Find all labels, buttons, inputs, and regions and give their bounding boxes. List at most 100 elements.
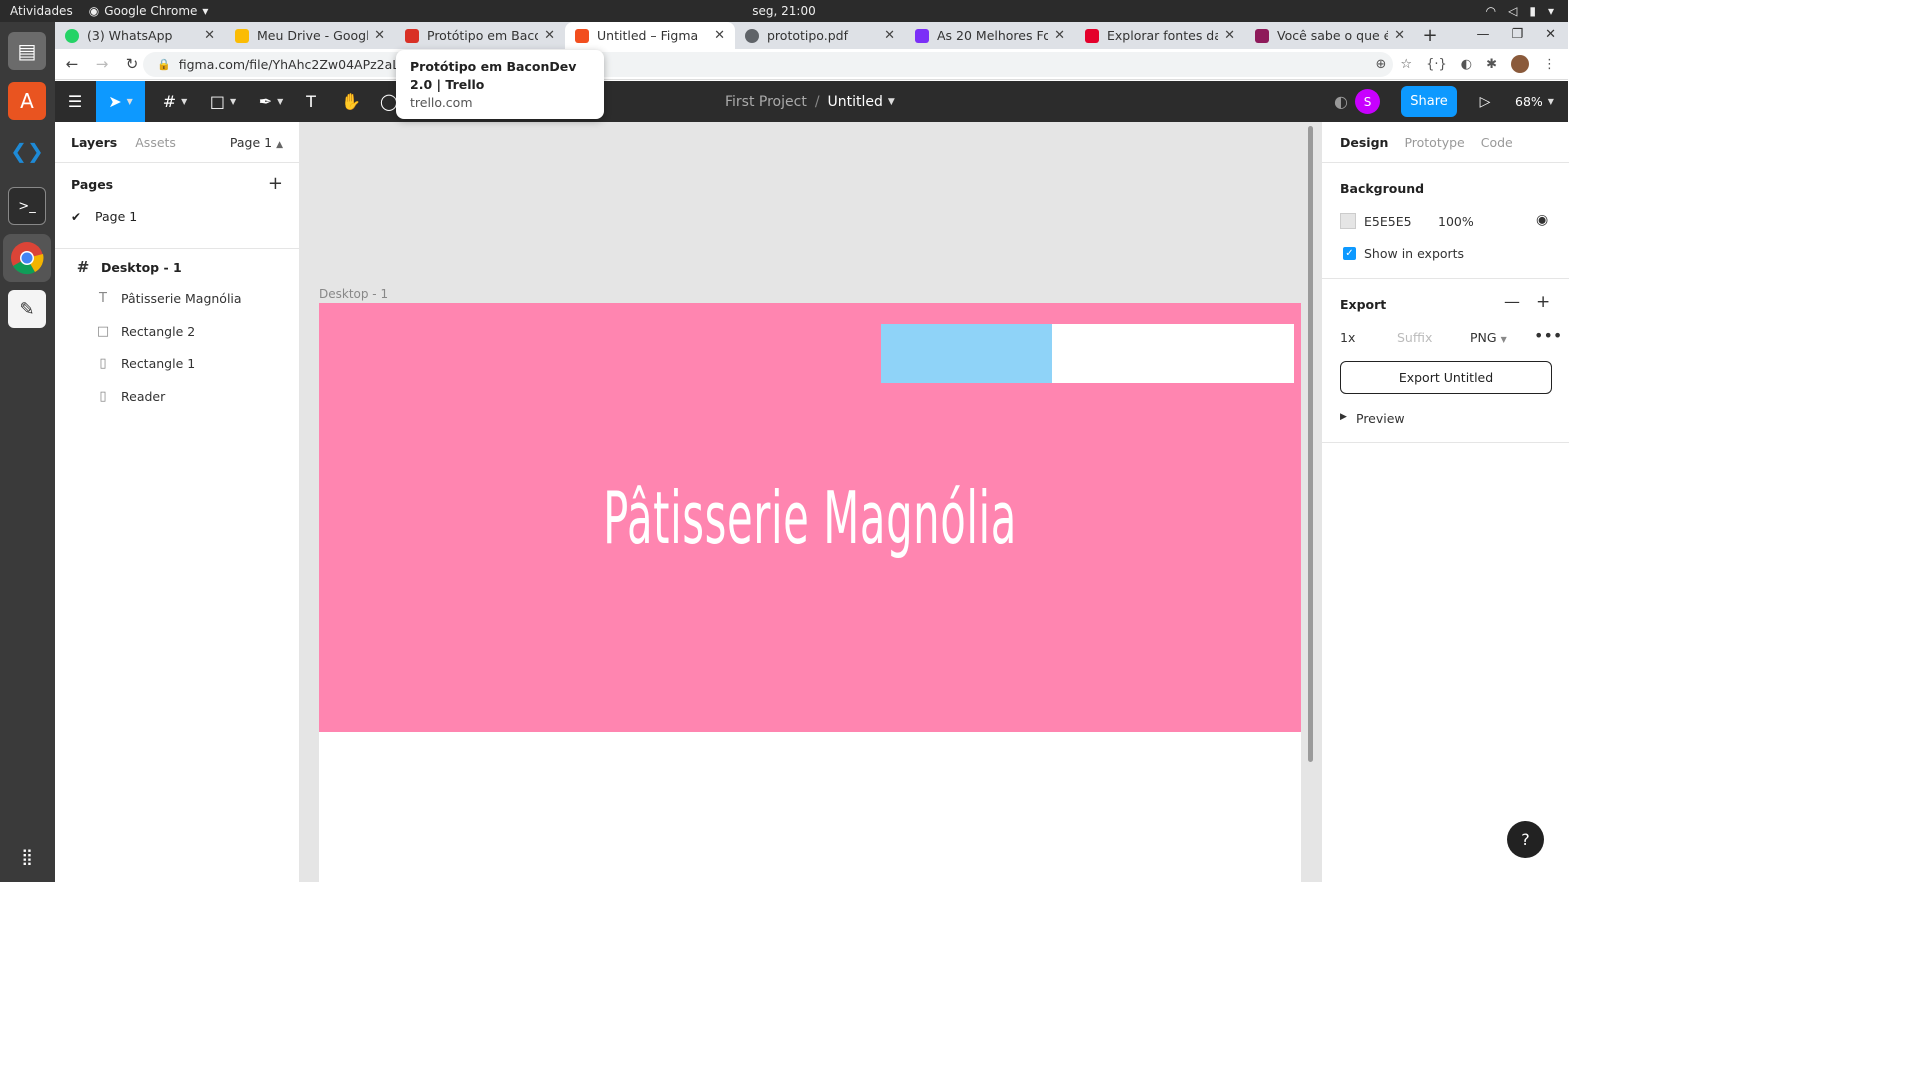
present-button[interactable]: ▷	[1473, 81, 1497, 122]
zoom-menu[interactable]: 68% ▼	[1515, 81, 1554, 122]
activities-button[interactable]: Atividades	[10, 4, 73, 18]
frame-tool-button[interactable]: # ▼	[155, 81, 195, 122]
reload-icon[interactable]: ↻	[119, 55, 145, 73]
main-menu-icon[interactable]: ☰	[63, 81, 87, 122]
layer-item[interactable]: ▯ Rectangle 1	[91, 356, 195, 371]
more-options-icon[interactable]: •••	[1534, 326, 1562, 345]
tab-prototype[interactable]: Prototype	[1404, 135, 1464, 150]
text-tool-button[interactable]: T	[299, 81, 323, 122]
file-name[interactable]: Untitled	[828, 94, 883, 110]
maximize-icon[interactable]: ❐	[1511, 27, 1523, 42]
canvas-scrollbar[interactable]	[1308, 126, 1313, 762]
tab-google-drive[interactable]: Meu Drive - Google D ✕	[225, 22, 395, 49]
add-page-button[interactable]: +	[268, 173, 283, 194]
minimize-icon[interactable]: —	[1476, 27, 1489, 42]
close-window-icon[interactable]: ✕	[1545, 27, 1556, 42]
clock[interactable]: seg, 21:00	[752, 4, 815, 18]
address-bar[interactable]: 🔒 figma.com/file/YhAhc2Zw04APz2aL8bifII/…	[143, 52, 1393, 77]
export-suffix-input[interactable]: Suffix	[1397, 330, 1432, 345]
forward-icon[interactable]: →	[89, 55, 115, 73]
user-avatar[interactable]: S	[1355, 89, 1380, 114]
chevron-down-icon: ▼	[126, 97, 133, 106]
app-menu[interactable]: ◉ Google Chrome ▾	[89, 4, 209, 18]
tab-trello[interactable]: Protótipo em BaconD ✕	[395, 22, 565, 49]
close-icon[interactable]: ✕	[1224, 28, 1235, 43]
shape-tool-button[interactable]: □ ▼	[203, 81, 243, 122]
menu-dots-icon[interactable]: ⋮	[1543, 57, 1556, 72]
hero-title-text[interactable]: Pâtisserie Magnólia	[525, 473, 1095, 563]
rectangle-2[interactable]	[1052, 324, 1294, 383]
hand-tool-button[interactable]: ✋	[339, 81, 363, 122]
rectangle-1[interactable]	[881, 324, 1052, 383]
close-icon[interactable]: ✕	[374, 28, 385, 43]
divider	[1322, 162, 1569, 163]
layer-item[interactable]: T Pâtisserie Magnólia	[91, 291, 242, 306]
share-button[interactable]: Share	[1401, 86, 1457, 117]
tab-patisserie[interactable]: Você sabe o que é Pâ ✕	[1245, 22, 1415, 49]
background-hex-input[interactable]: E5E5E5	[1364, 214, 1412, 229]
background-opacity-input[interactable]: 100%	[1438, 214, 1474, 229]
chrome-dock-icon[interactable]	[3, 234, 51, 282]
tab-whatsapp[interactable]: (3) WhatsApp ✕	[55, 22, 225, 49]
preview-toggle[interactable]: Preview	[1356, 411, 1405, 426]
export-button[interactable]: Export Untitled	[1340, 361, 1552, 394]
export-format-select[interactable]: PNG ▼	[1470, 330, 1507, 345]
close-icon[interactable]: ✕	[1054, 28, 1065, 43]
tab-code[interactable]: Code	[1481, 135, 1513, 150]
terminal-icon[interactable]: >_	[8, 187, 46, 225]
close-icon[interactable]: ✕	[714, 28, 725, 43]
tab-design[interactable]: Design	[1340, 135, 1388, 150]
remove-export-button[interactable]: —	[1504, 292, 1520, 311]
puzzle-icon[interactable]: ✱	[1486, 57, 1497, 72]
close-icon[interactable]: ✕	[884, 28, 895, 43]
profile-avatar[interactable]	[1511, 55, 1529, 73]
add-export-button[interactable]: +	[1536, 292, 1550, 312]
extension-icon[interactable]: {·}	[1426, 57, 1447, 72]
background-color-swatch[interactable]	[1340, 213, 1356, 229]
new-tab-button[interactable]: +	[1415, 25, 1445, 46]
app-grid-icon[interactable]: ⣿	[8, 837, 46, 875]
files-icon[interactable]: ▤	[8, 32, 46, 70]
tab-assets[interactable]: Assets	[135, 135, 176, 150]
site-icon	[1255, 28, 1269, 43]
design-panel: Design Prototype Code Background E5E5E5 …	[1321, 122, 1569, 882]
figma-canvas[interactable]: Desktop - 1 Pâtisserie Magnólia	[300, 122, 1321, 882]
extension-icon[interactable]: ◐	[1461, 57, 1472, 72]
zoom-icon[interactable]: ⊕	[1376, 57, 1387, 72]
star-icon[interactable]: ☆	[1400, 57, 1412, 72]
help-button[interactable]: ?	[1507, 821, 1544, 858]
page-selector[interactable]: Page 1 ▲	[230, 135, 283, 150]
export-scale-select[interactable]: 1x	[1340, 330, 1355, 345]
back-icon[interactable]: ←	[59, 55, 85, 73]
tab-fontes[interactable]: As 20 Melhores Fonte ✕	[905, 22, 1075, 49]
tab-figma[interactable]: Untitled – Figma ✕	[565, 22, 735, 49]
layer-label: Rectangle 2	[121, 324, 196, 339]
desktop-frame[interactable]: Pâtisserie Magnólia	[319, 303, 1301, 732]
os-top-bar: Atividades ◉ Google Chrome ▾ seg, 21:00 …	[0, 0, 1568, 22]
close-icon[interactable]: ✕	[204, 28, 215, 43]
close-icon[interactable]: ✕	[1394, 28, 1405, 43]
eye-icon[interactable]: ◉	[1536, 212, 1548, 228]
system-tray[interactable]: ◠ ◁ ▮ ▾	[1486, 4, 1554, 18]
layer-item[interactable]: □ Rectangle 2	[91, 324, 195, 339]
tab-prototipo-pdf[interactable]: prototipo.pdf ✕	[735, 22, 905, 49]
text-editor-icon[interactable]: ✎	[8, 290, 46, 328]
page-item[interactable]: ✔ Page 1	[71, 209, 137, 224]
close-icon[interactable]: ✕	[544, 28, 555, 43]
software-center-icon[interactable]: A	[8, 82, 46, 120]
chevron-down-icon[interactable]: ▼	[888, 97, 895, 107]
wifi-icon: ◠	[1485, 4, 1497, 18]
tab-layers[interactable]: Layers	[71, 135, 117, 150]
layer-item[interactable]: ▯ Reader	[91, 389, 165, 404]
vscode-icon[interactable]: ❮❯	[8, 132, 46, 170]
show-in-exports-checkbox[interactable]: ✓	[1343, 247, 1356, 260]
caret-right-icon[interactable]: ▶	[1340, 412, 1347, 422]
figma-icon	[575, 28, 589, 43]
left-panel-tabs: Layers Assets	[71, 135, 176, 150]
project-name[interactable]: First Project	[725, 94, 807, 110]
move-tool-button[interactable]: ➤ ▼	[96, 81, 145, 122]
tab-adobe-fonts[interactable]: Explorar fontes da w ✕	[1075, 22, 1245, 49]
frame-label[interactable]: Desktop - 1	[319, 287, 388, 301]
pen-tool-button[interactable]: ✒ ▼	[251, 81, 291, 122]
layer-frame[interactable]: # Desktop - 1	[71, 258, 182, 276]
